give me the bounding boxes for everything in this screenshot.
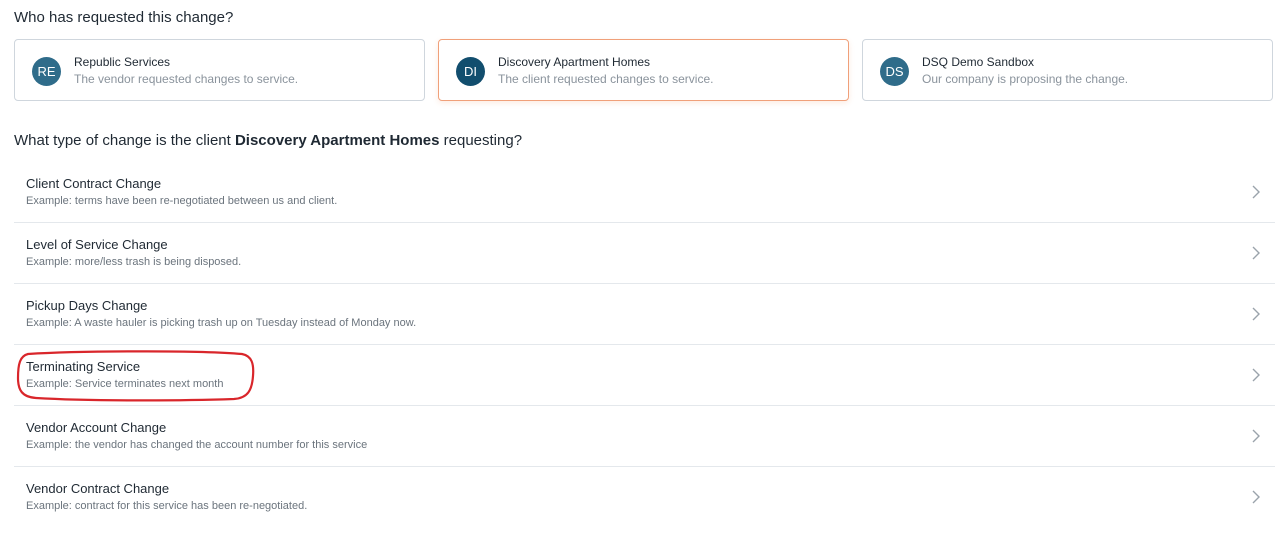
chevron-right-icon (1252, 368, 1260, 382)
avatar: DI (456, 57, 485, 86)
change-type-client-contract[interactable]: Client Contract Change Example: terms ha… (14, 162, 1275, 223)
requester-card-republic-services[interactable]: RE Republic Services The vendor requeste… (14, 39, 425, 101)
change-type-terminating-service[interactable]: Terminating Service Example: Service ter… (14, 345, 1275, 406)
change-type-example: Example: Service terminates next month (26, 378, 224, 390)
chevron-right-icon (1252, 307, 1260, 321)
change-type-example: Example: more/less trash is being dispos… (26, 256, 242, 268)
requester-description: The client requested changes to service. (498, 72, 714, 86)
requester-name: Discovery Apartment Homes (498, 55, 651, 69)
requester-card-discovery-apartment-homes[interactable]: DI Discovery Apartment Homes The client … (438, 39, 849, 101)
change-type-title: Pickup Days Change (26, 298, 148, 313)
change-type-question-suffix: requesting? (439, 132, 523, 149)
change-type-question: What type of change is the client Discov… (14, 132, 522, 149)
chevron-right-icon (1252, 246, 1260, 260)
chevron-right-icon (1252, 185, 1260, 199)
change-type-title: Vendor Account Change (26, 420, 167, 435)
requester-description: The vendor requested changes to service. (74, 72, 299, 86)
requester-card-dsq-demo-sandbox[interactable]: DS DSQ Demo Sandbox Our company is propo… (862, 39, 1273, 101)
change-type-question-prefix: What type of change is the client (14, 132, 235, 149)
requester-description: Our company is proposing the change. (922, 72, 1129, 86)
change-type-example: Example: terms have been re-negotiated b… (26, 195, 338, 207)
client-name: Discovery Apartment Homes (234, 132, 440, 149)
change-type-title: Client Contract Change (26, 176, 162, 191)
change-type-list: Client Contract Change Example: terms ha… (14, 162, 1275, 527)
change-type-example: Example: contract for this service has b… (26, 500, 308, 512)
change-type-pickup-days[interactable]: Pickup Days Change Example: A waste haul… (14, 284, 1275, 345)
requester-name: DSQ Demo Sandbox (922, 55, 1035, 69)
change-type-example: Example: A waste hauler is picking trash… (26, 317, 417, 329)
requester-question: Who has requested this change? (14, 9, 234, 26)
requester-name: Republic Services (74, 55, 171, 69)
change-type-vendor-account[interactable]: Vendor Account Change Example: the vendo… (14, 406, 1275, 467)
requester-options: RE Republic Services The vendor requeste… (14, 39, 1275, 103)
change-type-example: Example: the vendor has changed the acco… (26, 439, 368, 451)
avatar: RE (32, 57, 61, 86)
change-type-vendor-contract[interactable]: Vendor Contract Change Example: contract… (14, 467, 1275, 527)
chevron-right-icon (1252, 429, 1260, 443)
change-type-level-of-service[interactable]: Level of Service Change Example: more/le… (14, 223, 1275, 284)
change-type-title: Level of Service Change (26, 237, 168, 252)
chevron-right-icon (1252, 490, 1260, 504)
change-type-title: Vendor Contract Change (26, 481, 170, 496)
avatar: DS (880, 57, 909, 86)
change-type-title: Terminating Service (26, 359, 141, 374)
